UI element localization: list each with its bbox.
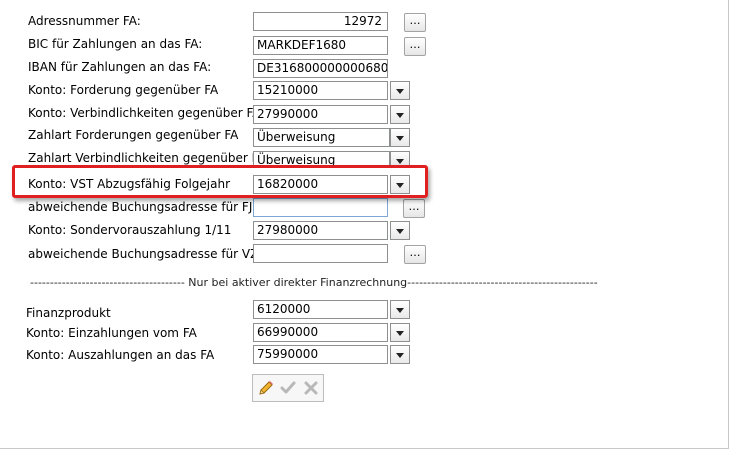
label-finanzprodukt: Finanzprodukt xyxy=(26,306,111,320)
zahlart-verbindlichkeiten-dropdown-button[interactable] xyxy=(390,151,410,166)
finanzrechnung-separator: --------------------------------------- … xyxy=(30,276,598,289)
sondervorauszahlung-field[interactable]: 27980000 xyxy=(253,221,388,240)
bic-lookup-button[interactable]: … xyxy=(404,37,426,56)
label-konto-forderung: Konto: Forderung gegenüber FA xyxy=(28,83,219,97)
pencil-icon[interactable] xyxy=(256,379,276,399)
label-zahlart-forderungen: Zahlart Forderungen gegenüber FA xyxy=(28,128,239,142)
adressnummer-lookup-button[interactable]: … xyxy=(404,13,426,32)
x-icon[interactable] xyxy=(301,379,321,399)
finanzprodukt-dropdown-button[interactable] xyxy=(390,300,410,319)
finanzprodukt-field[interactable]: 6120000 xyxy=(253,300,388,319)
konto-verbindlichkeiten-field[interactable]: 27990000 xyxy=(253,105,388,124)
buchungsadresse-fj-lookup-button[interactable]: … xyxy=(403,199,425,218)
zahlart-forderungen-dropdown-button[interactable] xyxy=(390,128,410,147)
auszahlungen-field[interactable]: 75990000 xyxy=(253,345,388,364)
buchungsadresse-vz-field[interactable] xyxy=(253,244,388,263)
label-zahlart-verbindlichkeiten: Zahlart Verbindlichkeiten gegenüber FA xyxy=(28,151,266,165)
auszahlungen-dropdown-button[interactable] xyxy=(390,345,410,364)
label-iban: IBAN für Zahlungen an das FA: xyxy=(28,60,212,74)
label-auszahlungen: Konto: Auszahlungen an das FA xyxy=(26,348,215,362)
konto-forderung-field[interactable]: 15210000 xyxy=(253,81,388,100)
bic-field[interactable]: MARKDEF1680 xyxy=(253,36,388,55)
label-bic: BIC für Zahlungen an das FA: xyxy=(28,37,203,51)
label-adressnummer: Adressnummer FA: xyxy=(28,14,141,28)
buchungsadresse-vz-lookup-button[interactable]: … xyxy=(404,245,426,264)
adressnummer-field[interactable]: 12972 xyxy=(253,12,388,31)
einzahlungen-field[interactable]: 66990000 xyxy=(253,323,388,342)
label-sondervorauszahlung: Konto: Sondervorauszahlung 1/11 xyxy=(28,223,232,237)
form-panel: Adressnummer FA: 12972 … BIC für Zahlung… xyxy=(0,0,729,449)
label-konto-verbindlichkeiten: Konto: Verbindlichkeiten gegenüber FA xyxy=(28,106,261,120)
konto-verbindlichkeiten-dropdown-button[interactable] xyxy=(390,105,410,124)
label-buchungsadresse-fj: abweichende Buchungsadresse für FJ xyxy=(28,200,253,214)
buchungsadresse-fj-field[interactable] xyxy=(253,198,388,217)
zahlart-verbindlichkeiten-select[interactable]: Überweisung xyxy=(253,151,390,166)
label-buchungsadresse-vz: abweichende Buchungsadresse für VZ xyxy=(28,247,259,261)
checkmark-icon[interactable] xyxy=(278,379,298,399)
edit-toolbar xyxy=(252,374,324,402)
iban-field[interactable]: DE31680000000068001 xyxy=(253,59,388,78)
konto-forderung-dropdown-button[interactable] xyxy=(390,81,410,100)
zahlart-forderungen-select[interactable]: Überweisung xyxy=(253,128,390,147)
sondervorauszahlung-dropdown-button[interactable] xyxy=(390,221,410,240)
einzahlungen-dropdown-button[interactable] xyxy=(390,323,410,342)
label-einzahlungen: Konto: Einzahlungen vom FA xyxy=(26,326,197,340)
highlight-box xyxy=(12,165,428,198)
